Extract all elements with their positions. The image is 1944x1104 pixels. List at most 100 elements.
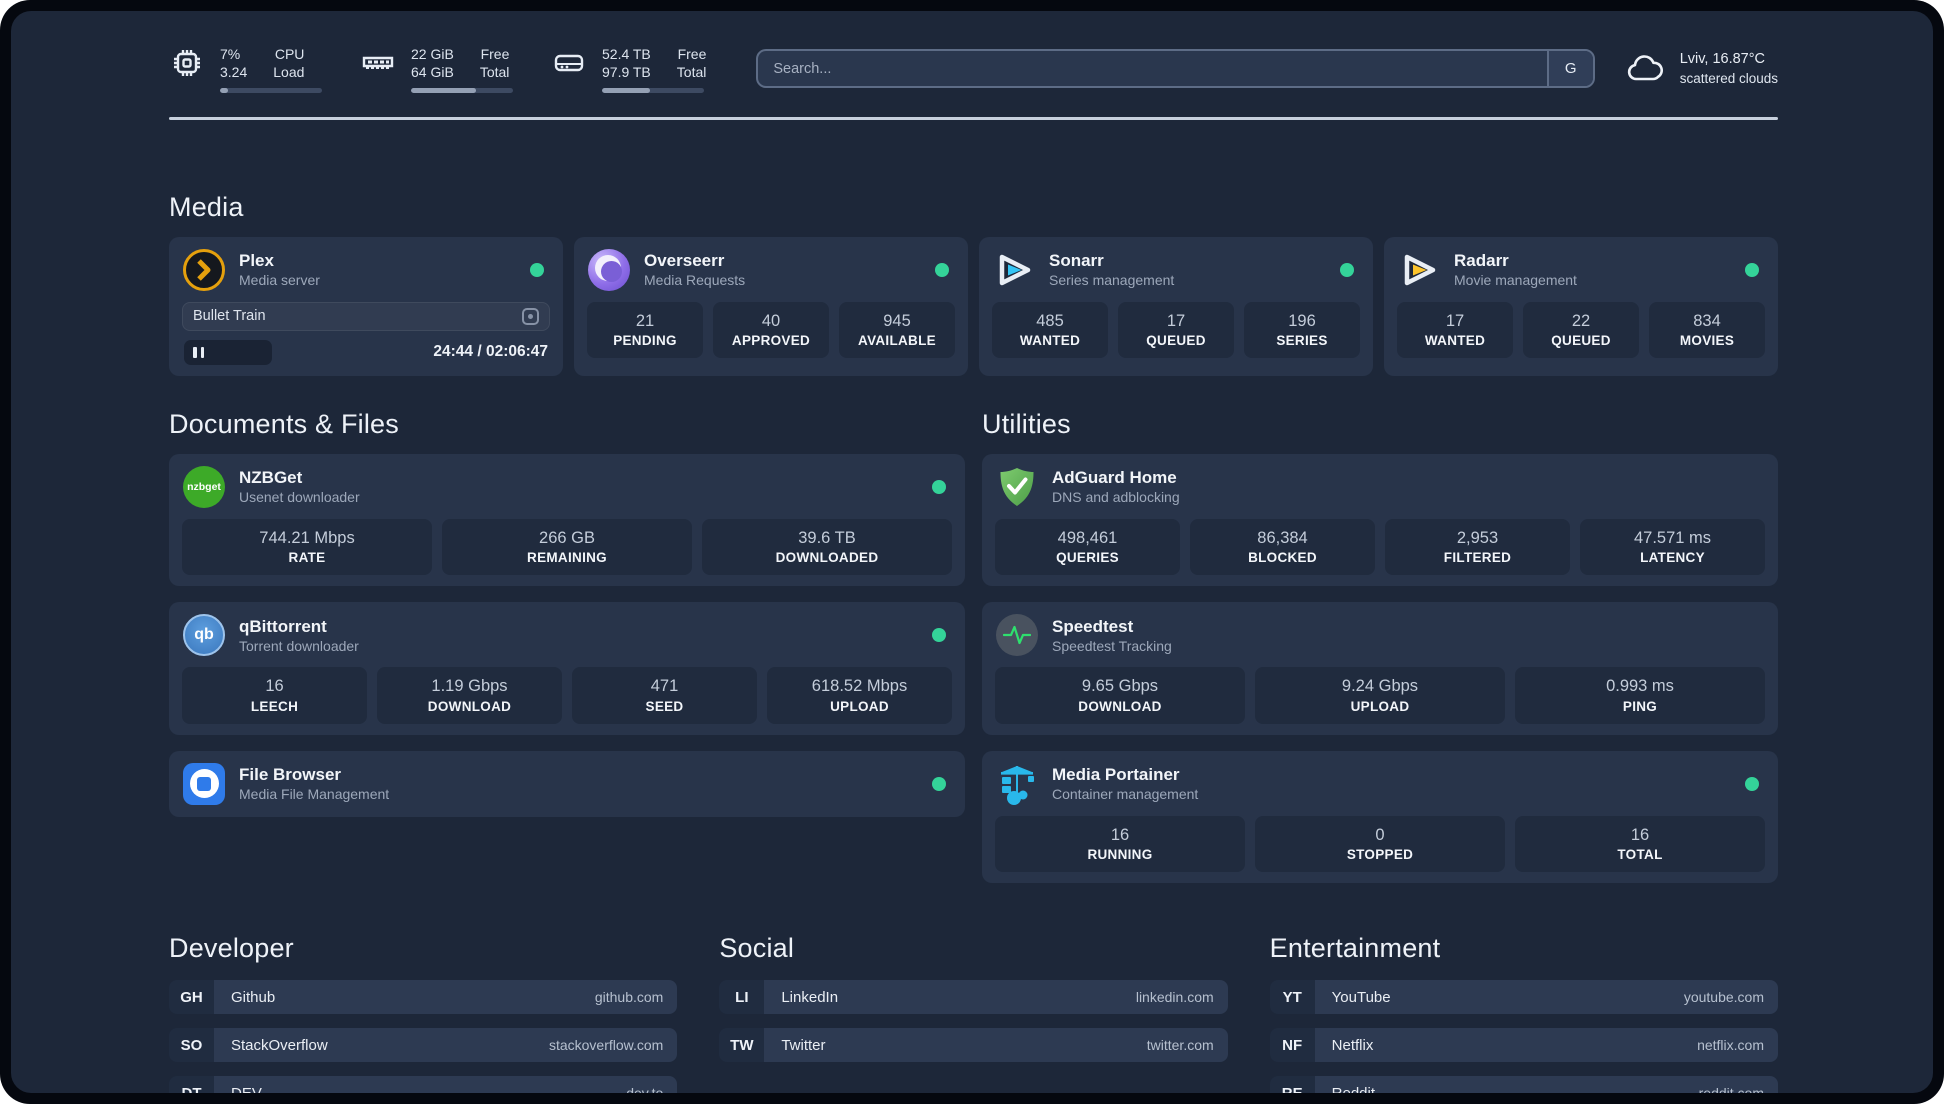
bookmark-name: LinkedIn [781,988,839,1006]
stat-blocked: 86,384 BLOCKED [1190,518,1375,576]
disk-total: 97.9 TB [602,64,651,81]
cpu-progress-fill [220,87,229,93]
service-name: AdGuard Home [1052,468,1177,488]
cpu-widget: 7% 3.24 CPU Load [169,45,322,93]
status-indicator [530,262,544,277]
weather-widget[interactable]: Lviv, 16.87°C scattered clouds [1625,50,1778,88]
section-title-developer: Developer [169,933,294,964]
cpu-load: 3.24 [220,64,248,81]
service-card-speedtest[interactable]: Speedtest Speedtest Tracking 9.65 Gbps D… [982,602,1778,735]
bookmark-linkedin[interactable]: LI LinkedIn linkedin.com [719,980,1228,1015]
status-indicator [935,262,949,277]
search-container: G [756,49,1595,89]
stat-running: 16 RUNNING [995,815,1245,873]
bookmark-dev[interactable]: DT DEV dev.to [169,1076,678,1093]
service-name: File Browser [239,765,342,785]
bookmark-url: youtube.com [1683,989,1764,1006]
weather-condition: scattered clouds [1679,70,1778,86]
disk-icon [551,45,587,81]
bookmark-name: Twitter [781,1036,826,1054]
service-card-portainer[interactable]: Media Portainer Container management 16 … [982,750,1778,884]
bookmark-url: dev.to [626,1085,663,1093]
dashboard: 7% 3.24 CPU Load 22 GiB 64 GiB Free Tota… [11,11,1933,1093]
bookmark-abbr: RE [1269,1076,1315,1093]
bookmark-twitter[interactable]: TW Twitter twitter.com [719,1028,1228,1063]
overseerr-icon [587,248,631,292]
bookmark-netflix[interactable]: NF Netflix netflix.com [1269,1028,1778,1063]
stat-filtered: 2,953 FILTERED [1385,518,1570,576]
stat-stopped: 0 STOPPED [1255,815,1505,873]
bookmark-abbr: LI [719,980,765,1015]
service-card-overseerr[interactable]: Overseerr Media Requests 21 PENDING 40 A… [574,236,968,376]
service-card-sonarr[interactable]: Sonarr Series management 485 WANTED 17 Q… [979,236,1373,376]
bookmark-name: Github [231,988,276,1006]
memory-total: 64 GiB [411,64,454,81]
section-title-entertainment: Entertainment [1269,933,1441,964]
memory-progress-bar [411,87,513,93]
section-title-documents: Documents & Files [169,408,399,439]
service-card-plex[interactable]: Plex Media server Bullet Train 24:44 / 0… [169,236,563,376]
bookmark-name: DEV [231,1085,262,1093]
adguard-icon [995,465,1039,509]
bookmark-name: Netflix [1331,1036,1374,1054]
filebrowser-icon [182,762,226,806]
service-name: Plex [239,251,274,271]
cpu-icon [169,45,205,81]
stat-download: 9.65 Gbps DOWNLOAD [995,667,1245,724]
now-playing: Bullet Train [182,301,550,331]
disk-label-1: Free [677,46,707,62]
disk-label-2: Total [676,64,707,81]
memory-label-1: Free [480,46,510,62]
service-name: Radarr [1454,251,1509,271]
window-frame: 7% 3.24 CPU Load 22 GiB 64 GiB Free Tota… [0,0,1944,1104]
pause-icon [193,346,197,358]
weather-location: Lviv, 16.87°C [1679,51,1766,68]
session-icon [522,307,539,325]
service-card-nzbget[interactable]: nzbget NZBGet Usenet downloader 744.21 M… [169,453,965,587]
service-card-adguard[interactable]: AdGuard Home DNS and adblocking 498,461 … [982,453,1778,587]
stat-movies: 834 MOVIES [1649,301,1765,359]
portainer-icon [995,762,1039,806]
bookmark-youtube[interactable]: YT YouTube youtube.com [1269,980,1778,1015]
sonarr-icon [992,248,1036,292]
section-title-social: Social [719,933,795,964]
section-title-media: Media [169,191,244,222]
search-engine-button[interactable]: G [1546,51,1593,87]
bookmark-abbr: NF [1269,1028,1315,1063]
bookmark-abbr: YT [1269,980,1315,1015]
bookmark-abbr: DT [169,1076,214,1093]
stat-available: 945 AVAILABLE [839,301,955,359]
cpu-usage: 7% [220,46,241,62]
service-desc: Container management [1052,786,1199,803]
stat-queued: 17 QUEUED [1118,301,1234,359]
stat-downloaded: 39.6 TB DOWNLOADED [702,518,952,576]
stat-wanted: 485 WANTED [992,301,1108,359]
bookmark-stackoverflow[interactable]: SO StackOverflow stackoverflow.com [169,1028,678,1063]
service-card-qbittorrent[interactable]: qb qBittorrent Torrent downloader 16 LEE… [169,602,965,735]
service-desc: Media Requests [644,272,746,289]
qbittorrent-icon: qb [182,613,226,657]
service-name: Media Portainer [1052,765,1180,785]
section-title-utilities: Utilities [982,408,1071,439]
bookmark-url: github.com [594,989,664,1006]
bookmark-github[interactable]: GH Github github.com [169,980,678,1015]
status-indicator [1340,262,1354,277]
speedtest-icon [995,613,1039,657]
service-card-radarr[interactable]: Radarr Movie management 17 WANTED 22 QUE… [1384,236,1778,376]
top-bar: 7% 3.24 CPU Load 22 GiB 64 GiB Free Tota… [169,45,1778,93]
bookmark-url: stackoverflow.com [548,1037,664,1054]
service-card-filebrowser[interactable]: File Browser Media File Management [169,750,965,817]
status-indicator [1745,262,1759,277]
media-grid: Plex Media server Bullet Train 24:44 / 0… [169,236,1778,376]
disk-progress-bar [602,87,704,93]
status-indicator [932,479,946,494]
pause-button[interactable] [184,339,272,365]
disk-progress-fill [602,87,650,93]
bookmark-reddit[interactable]: RE Reddit reddit.com [1269,1076,1778,1093]
stat-series: 196 SERIES [1244,301,1360,359]
bookmark-url: linkedin.com [1135,989,1214,1006]
now-playing-title: Bullet Train [193,308,266,325]
stat-download: 1.19 Gbps DOWNLOAD [377,667,562,724]
search-input[interactable] [756,49,1595,89]
bookmark-name: Reddit [1332,1085,1375,1093]
